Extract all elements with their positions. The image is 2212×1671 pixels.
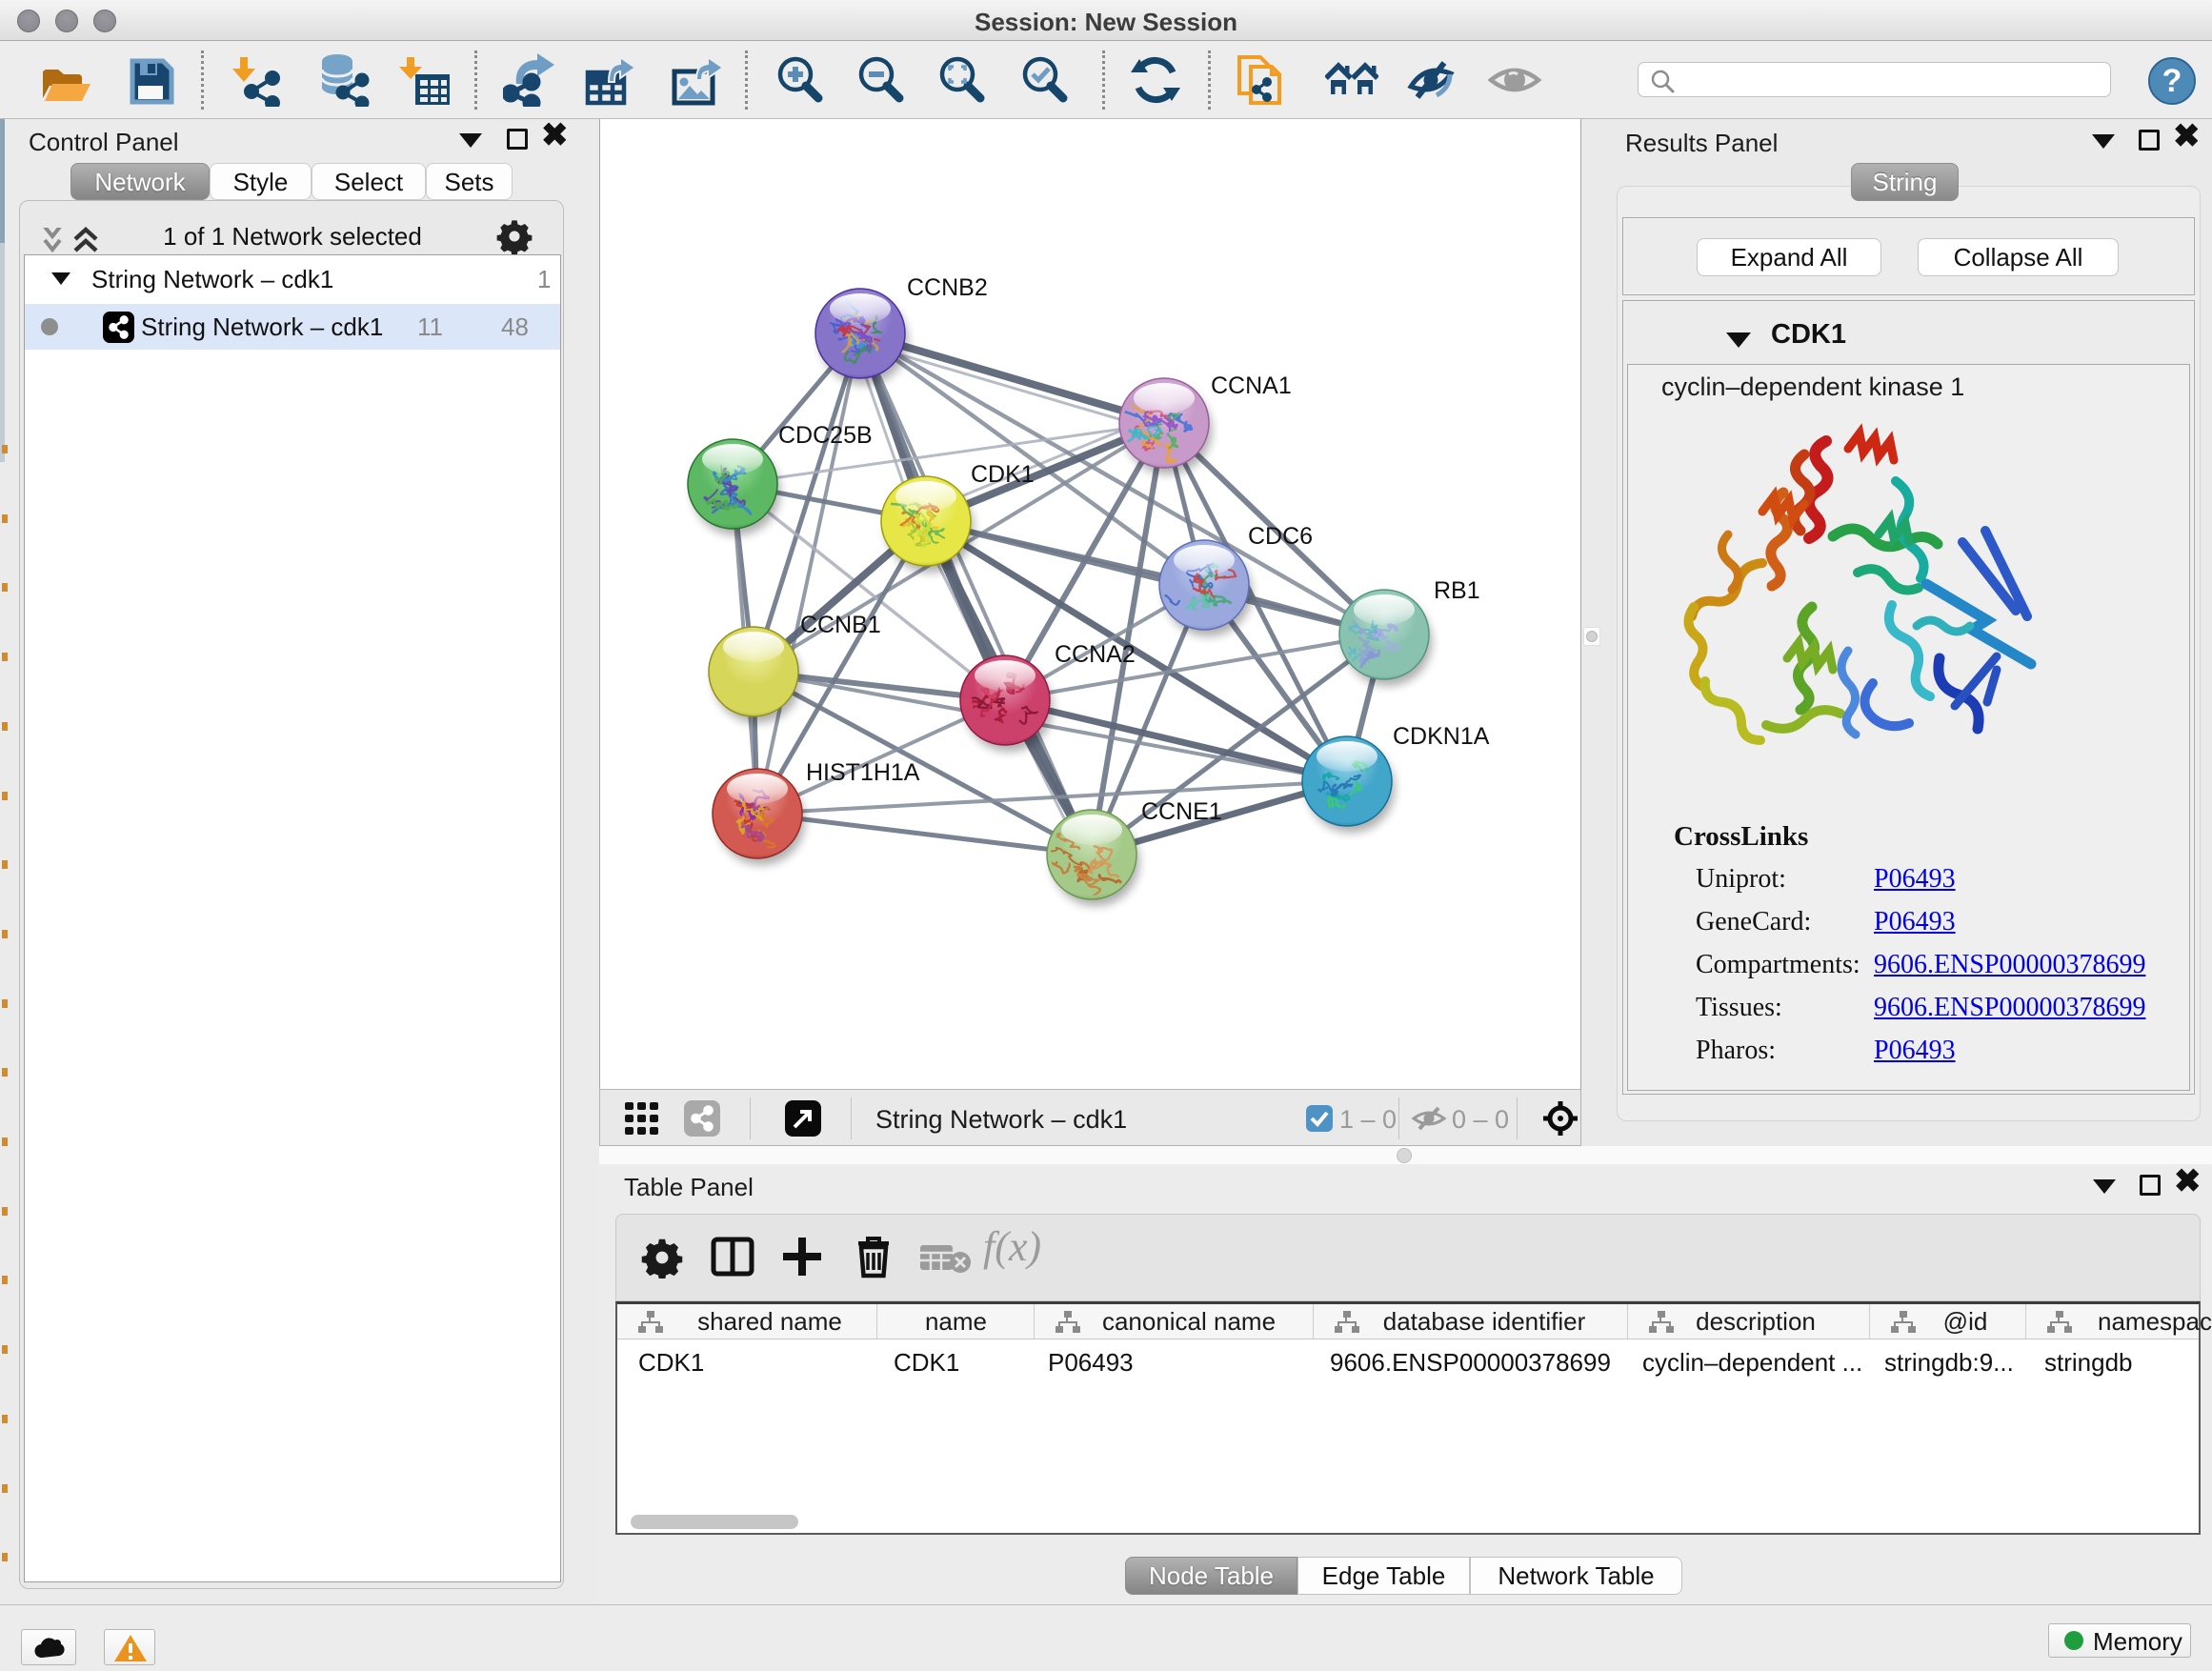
svg-text:HIST1H1A: HIST1H1A	[806, 759, 920, 786]
svg-text:CDC6: CDC6	[1248, 523, 1313, 550]
svg-text:CDKN1A: CDKN1A	[1393, 723, 1490, 750]
svg-text:CCNA2: CCNA2	[1055, 641, 1136, 668]
svg-text:CDC25B: CDC25B	[778, 422, 873, 449]
svg-text:CCNA1: CCNA1	[1211, 372, 1292, 399]
svg-text:CDK1: CDK1	[971, 461, 1035, 488]
svg-text:CCNE1: CCNE1	[1141, 798, 1222, 825]
svg-text:RB1: RB1	[1434, 577, 1480, 604]
svg-text:?: ?	[2162, 63, 2182, 99]
svg-text:CCNB2: CCNB2	[907, 274, 988, 301]
svg-text:CCNB1: CCNB1	[800, 612, 881, 638]
